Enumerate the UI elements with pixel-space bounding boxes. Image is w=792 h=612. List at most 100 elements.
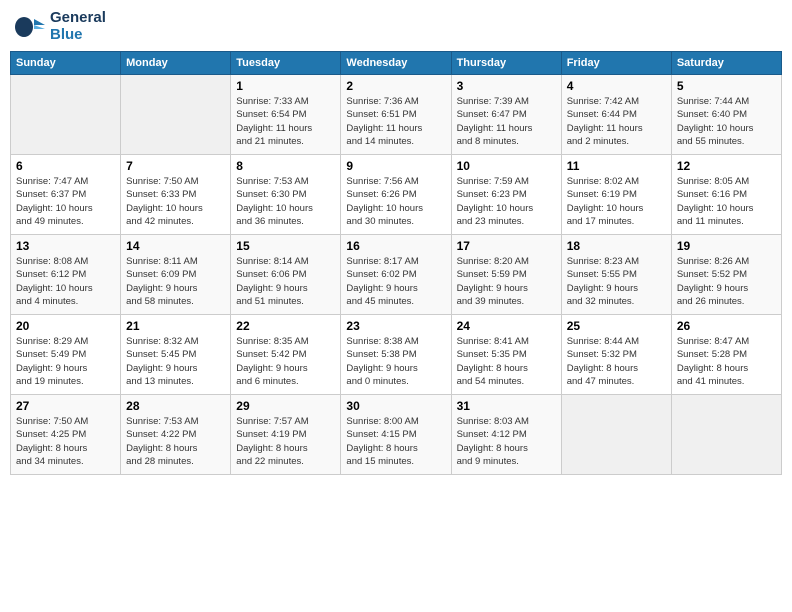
calendar-cell: 19 Sunrise: 8:26 AM Sunset: 5:52 PM Dayli… xyxy=(671,235,781,315)
day-number: 7 xyxy=(126,159,225,173)
day-info: Sunrise: 8:29 AM Sunset: 5:49 PM Dayligh… xyxy=(16,335,115,388)
calendar-cell: 25 Sunrise: 8:44 AM Sunset: 5:32 PM Dayli… xyxy=(561,315,671,395)
weekday-header-friday: Friday xyxy=(561,52,671,75)
calendar-cell: 30 Sunrise: 8:00 AM Sunset: 4:15 PM Dayli… xyxy=(341,395,451,475)
day-info: Sunrise: 7:53 AM Sunset: 4:22 PM Dayligh… xyxy=(126,415,225,468)
calendar-cell: 3 Sunrise: 7:39 AM Sunset: 6:47 PM Daylig… xyxy=(451,75,561,155)
calendar-cell: 20 Sunrise: 8:29 AM Sunset: 5:49 PM Dayli… xyxy=(11,315,121,395)
day-info: Sunrise: 8:00 AM Sunset: 4:15 PM Dayligh… xyxy=(346,415,445,468)
day-info: Sunrise: 7:59 AM Sunset: 6:23 PM Dayligh… xyxy=(457,175,556,228)
weekday-header-monday: Monday xyxy=(121,52,231,75)
calendar-cell: 14 Sunrise: 8:11 AM Sunset: 6:09 PM Dayli… xyxy=(121,235,231,315)
day-info: Sunrise: 8:17 AM Sunset: 6:02 PM Dayligh… xyxy=(346,255,445,308)
calendar-cell: 16 Sunrise: 8:17 AM Sunset: 6:02 PM Dayli… xyxy=(341,235,451,315)
calendar-cell: 31Sunrise: 8:03 AM Sunset: 4:12 PM Dayli… xyxy=(451,395,561,475)
calendar-cell: 21 Sunrise: 8:32 AM Sunset: 5:45 PM Dayli… xyxy=(121,315,231,395)
day-number: 14 xyxy=(126,239,225,253)
calendar-table: SundayMondayTuesdayWednesdayThursdayFrid… xyxy=(10,51,782,475)
day-number: 12 xyxy=(677,159,776,173)
day-info: Sunrise: 8:26 AM Sunset: 5:52 PM Dayligh… xyxy=(677,255,776,308)
calendar-cell: 15 Sunrise: 8:14 AM Sunset: 6:06 PM Dayli… xyxy=(231,235,341,315)
day-number: 3 xyxy=(457,79,556,93)
calendar-cell: 7 Sunrise: 7:50 AM Sunset: 6:33 PM Daylig… xyxy=(121,155,231,235)
weekday-header-row: SundayMondayTuesdayWednesdayThursdayFrid… xyxy=(11,52,782,75)
day-info: Sunrise: 8:08 AM Sunset: 6:12 PM Dayligh… xyxy=(16,255,115,308)
day-number: 23 xyxy=(346,319,445,333)
day-number: 27 xyxy=(16,399,115,413)
day-number: 18 xyxy=(567,239,666,253)
logo-blue: Blue xyxy=(50,27,106,44)
day-info: Sunrise: 8:35 AM Sunset: 5:42 PM Dayligh… xyxy=(236,335,335,388)
day-info: Sunrise: 7:47 AM Sunset: 6:37 PM Dayligh… xyxy=(16,175,115,228)
day-number: 8 xyxy=(236,159,335,173)
logo: General Blue xyxy=(14,10,106,43)
day-number: 13 xyxy=(16,239,115,253)
day-number: 15 xyxy=(236,239,335,253)
day-info: Sunrise: 7:33 AM Sunset: 6:54 PM Dayligh… xyxy=(236,95,335,148)
day-info: Sunrise: 7:36 AM Sunset: 6:51 PM Dayligh… xyxy=(346,95,445,148)
day-info: Sunrise: 8:32 AM Sunset: 5:45 PM Dayligh… xyxy=(126,335,225,388)
calendar-cell: 26 Sunrise: 8:47 AM Sunset: 5:28 PM Dayli… xyxy=(671,315,781,395)
calendar-week-1: 1 Sunrise: 7:33 AM Sunset: 6:54 PM Daylig… xyxy=(11,75,782,155)
day-number: 21 xyxy=(126,319,225,333)
weekday-header-saturday: Saturday xyxy=(671,52,781,75)
calendar-week-4: 20 Sunrise: 8:29 AM Sunset: 5:49 PM Dayli… xyxy=(11,315,782,395)
day-number: 26 xyxy=(677,319,776,333)
day-info: Sunrise: 7:56 AM Sunset: 6:26 PM Dayligh… xyxy=(346,175,445,228)
day-info: Sunrise: 7:50 AM Sunset: 6:33 PM Dayligh… xyxy=(126,175,225,228)
calendar-week-2: 6 Sunrise: 7:47 AM Sunset: 6:37 PM Daylig… xyxy=(11,155,782,235)
calendar-cell: 13 Sunrise: 8:08 AM Sunset: 6:12 PM Dayli… xyxy=(11,235,121,315)
calendar-cell: 2 Sunrise: 7:36 AM Sunset: 6:51 PM Daylig… xyxy=(341,75,451,155)
day-number: 30 xyxy=(346,399,445,413)
calendar-cell: 18 Sunrise: 8:23 AM Sunset: 5:55 PM Dayli… xyxy=(561,235,671,315)
day-number: 6 xyxy=(16,159,115,173)
weekday-header-tuesday: Tuesday xyxy=(231,52,341,75)
calendar-cell: 10Sunrise: 7:59 AM Sunset: 6:23 PM Dayli… xyxy=(451,155,561,235)
calendar-cell: 1 Sunrise: 7:33 AM Sunset: 6:54 PM Daylig… xyxy=(231,75,341,155)
calendar-cell: 4 Sunrise: 7:42 AM Sunset: 6:44 PM Daylig… xyxy=(561,75,671,155)
day-number: 5 xyxy=(677,79,776,93)
day-info: Sunrise: 8:38 AM Sunset: 5:38 PM Dayligh… xyxy=(346,335,445,388)
day-info: Sunrise: 8:23 AM Sunset: 5:55 PM Dayligh… xyxy=(567,255,666,308)
calendar-cell: 29 Sunrise: 7:57 AM Sunset: 4:19 PM Dayli… xyxy=(231,395,341,475)
calendar-cell: 6 Sunrise: 7:47 AM Sunset: 6:37 PM Daylig… xyxy=(11,155,121,235)
day-info: Sunrise: 8:05 AM Sunset: 6:16 PM Dayligh… xyxy=(677,175,776,228)
calendar-cell: 28 Sunrise: 7:53 AM Sunset: 4:22 PM Dayli… xyxy=(121,395,231,475)
day-info: Sunrise: 7:42 AM Sunset: 6:44 PM Dayligh… xyxy=(567,95,666,148)
day-info: Sunrise: 8:41 AM Sunset: 5:35 PM Dayligh… xyxy=(457,335,556,388)
day-number: 31 xyxy=(457,399,556,413)
calendar-cell: 12 Sunrise: 8:05 AM Sunset: 6:16 PM Dayli… xyxy=(671,155,781,235)
weekday-header-wednesday: Wednesday xyxy=(341,52,451,75)
calendar-cell xyxy=(671,395,781,475)
calendar-week-5: 27 Sunrise: 7:50 AM Sunset: 4:25 PM Dayli… xyxy=(11,395,782,475)
day-info: Sunrise: 7:57 AM Sunset: 4:19 PM Dayligh… xyxy=(236,415,335,468)
day-info: Sunrise: 8:14 AM Sunset: 6:06 PM Dayligh… xyxy=(236,255,335,308)
logo-general: General xyxy=(50,10,106,27)
day-info: Sunrise: 8:11 AM Sunset: 6:09 PM Dayligh… xyxy=(126,255,225,308)
day-info: Sunrise: 8:47 AM Sunset: 5:28 PM Dayligh… xyxy=(677,335,776,388)
weekday-header-sunday: Sunday xyxy=(11,52,121,75)
calendar-cell: 5Sunrise: 7:44 AM Sunset: 6:40 PM Daylig… xyxy=(671,75,781,155)
calendar-cell: 9Sunrise: 7:56 AM Sunset: 6:26 PM Daylig… xyxy=(341,155,451,235)
calendar-cell xyxy=(121,75,231,155)
day-number: 1 xyxy=(236,79,335,93)
day-number: 4 xyxy=(567,79,666,93)
day-number: 25 xyxy=(567,319,666,333)
calendar-week-3: 13 Sunrise: 8:08 AM Sunset: 6:12 PM Dayli… xyxy=(11,235,782,315)
calendar-cell: 22 Sunrise: 8:35 AM Sunset: 5:42 PM Dayli… xyxy=(231,315,341,395)
day-info: Sunrise: 8:20 AM Sunset: 5:59 PM Dayligh… xyxy=(457,255,556,308)
day-info: Sunrise: 7:50 AM Sunset: 4:25 PM Dayligh… xyxy=(16,415,115,468)
day-number: 22 xyxy=(236,319,335,333)
day-number: 17 xyxy=(457,239,556,253)
day-number: 2 xyxy=(346,79,445,93)
day-number: 29 xyxy=(236,399,335,413)
calendar-cell xyxy=(561,395,671,475)
weekday-header-thursday: Thursday xyxy=(451,52,561,75)
day-info: Sunrise: 8:44 AM Sunset: 5:32 PM Dayligh… xyxy=(567,335,666,388)
day-number: 19 xyxy=(677,239,776,253)
day-number: 28 xyxy=(126,399,225,413)
day-number: 20 xyxy=(16,319,115,333)
day-info: Sunrise: 7:39 AM Sunset: 6:47 PM Dayligh… xyxy=(457,95,556,148)
calendar-cell: 24Sunrise: 8:41 AM Sunset: 5:35 PM Dayli… xyxy=(451,315,561,395)
day-number: 16 xyxy=(346,239,445,253)
